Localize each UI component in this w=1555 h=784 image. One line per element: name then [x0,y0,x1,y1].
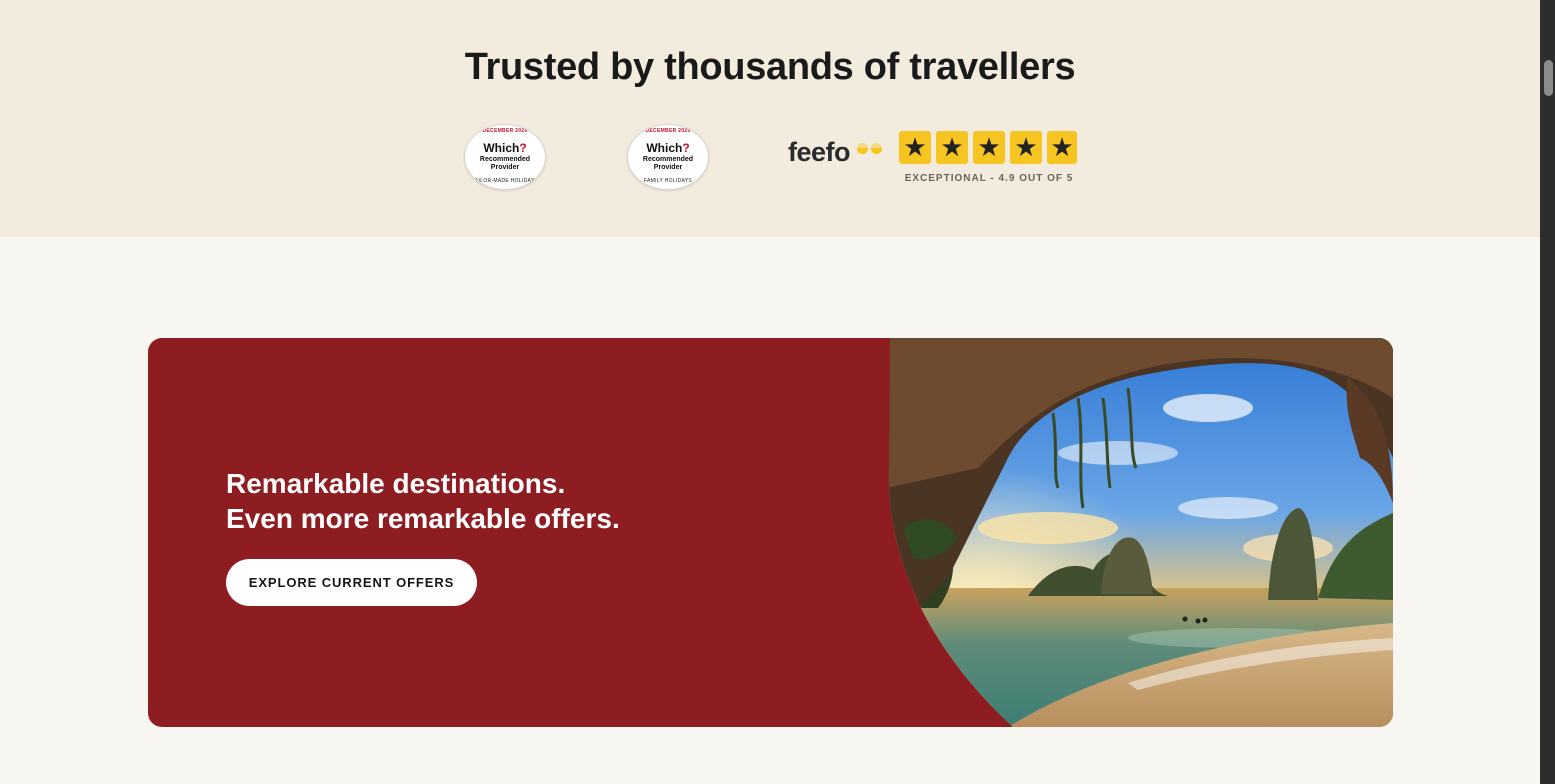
trust-section: Trusted by thousands of travellers DECEM… [0,0,1540,237]
page-scrollbar[interactable] [1540,0,1555,784]
feefo-rating-text: EXCEPTIONAL - 4.9 OUT OF 5 [904,173,1074,184]
feefo-eyes-icon [857,143,883,155]
which-recommended-provider-badge-tailor-made[interactable]: DECEMBER 2025 Which? Recommended Provide… [464,124,546,190]
which-recommended-provider-badge-family[interactable]: DECEMBER 2025 Which? Recommended Provide… [627,124,709,190]
badge-date: DECEMBER 2025 [645,128,691,134]
star-icon: ★ [936,131,968,164]
feefo-logo[interactable]: feefo [788,137,851,168]
offers-headline: Remarkable destinations. Even more remar… [226,468,620,534]
badge-label: Recommended Provider [479,156,531,171]
star-icon: ★ [899,131,931,164]
feefo-star-rating[interactable]: ★ ★ ★ ★ ★ [899,131,1077,164]
badge-label: Recommended Provider [642,156,694,171]
trust-heading: Trusted by thousands of travellers [464,46,1076,88]
which-logo: Which? [646,141,690,155]
star-icon: ★ [973,131,1005,164]
star-icon: ★ [1047,131,1077,164]
badge-category: FAMILY HOLIDAYS [643,178,693,184]
which-logo: Which? [483,141,527,155]
star-icon: ★ [1010,131,1042,164]
offers-banner: Remarkable destinations. Even more remar… [148,338,1393,727]
scrollbar-thumb[interactable] [1544,60,1553,96]
explore-current-offers-button[interactable]: EXPLORE CURRENT OFFERS [226,559,477,606]
badge-category: TAILOR-MADE HOLIDAYS [471,178,539,184]
badge-date: DECEMBER 2025 [482,128,528,134]
